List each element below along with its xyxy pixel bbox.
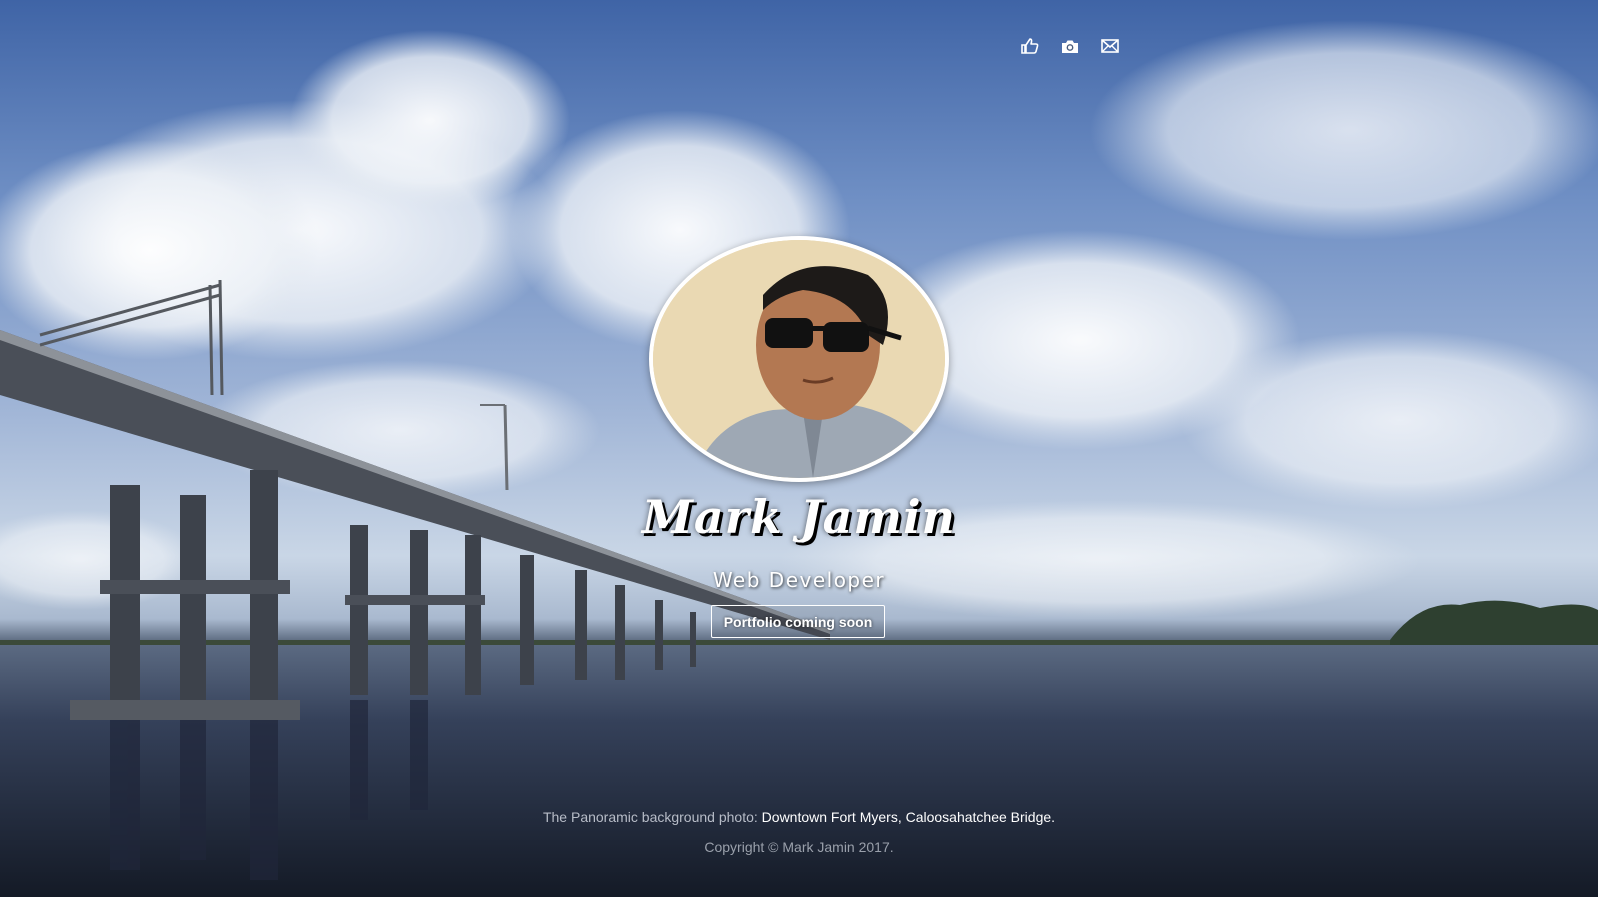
profile-role: Web Developer [712, 568, 886, 592]
portfolio-button[interactable]: Portfolio coming soon [711, 605, 885, 638]
profile-name: Mark Jamin [641, 490, 956, 544]
credit-link[interactable]: Downtown Fort Myers, Caloosahatchee Brid… [762, 809, 1055, 825]
photo-credit: The Panoramic background photo: Downtown… [0, 809, 1598, 825]
copyright: Copyright © Mark Jamin 2017. [704, 839, 894, 855]
landing-page: Mark Jamin Web Developer Portfolio comin… [0, 0, 1598, 897]
social-icons [1020, 36, 1120, 56]
credit-prefix: The Panoramic background photo: [542, 809, 758, 825]
avatar [649, 236, 949, 482]
envelope-icon[interactable] [1100, 36, 1120, 56]
thumbs-up-icon[interactable] [1020, 36, 1040, 56]
camera-icon[interactable] [1060, 36, 1080, 56]
